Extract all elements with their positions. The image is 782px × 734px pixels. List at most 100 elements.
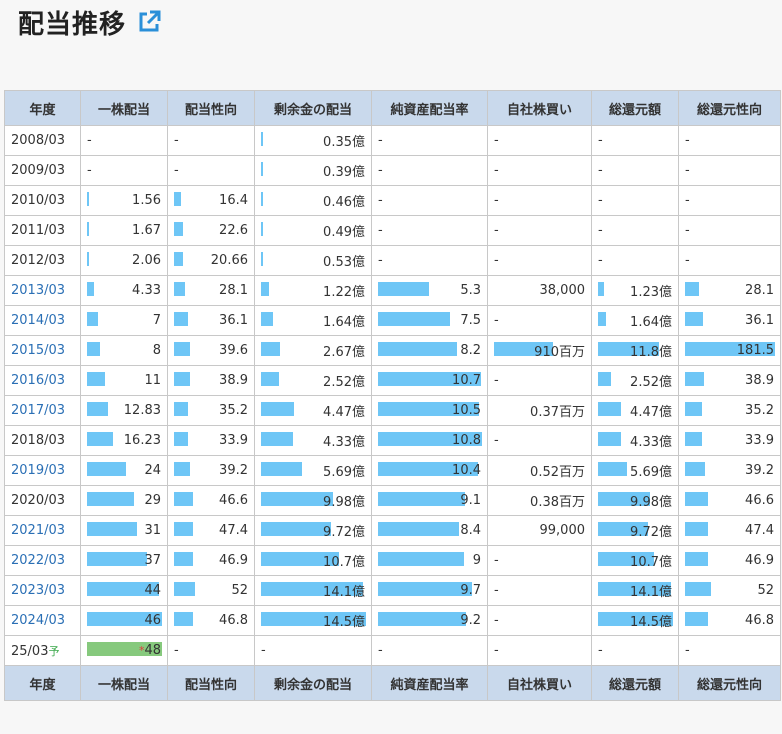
year-cell[interactable]: 2024/03: [4, 605, 81, 636]
payout-ratio-value: 35.2: [219, 403, 248, 418]
dividend-per-share-bar: [87, 252, 89, 266]
total-return-cell: -: [591, 245, 679, 276]
total-return-ratio-value: 35.2: [745, 403, 774, 418]
dividend-per-share-value: 12.83: [123, 403, 161, 418]
doe-cell: 8.2: [371, 335, 488, 366]
external-link-icon[interactable]: [136, 9, 162, 35]
dividend-per-share-cell: 16.23: [80, 425, 168, 456]
doe-cell: -: [371, 125, 488, 156]
dividend-per-share-value: 48: [144, 643, 161, 658]
payout-ratio-cell: 20.66: [167, 245, 255, 276]
buyback-value: -: [494, 253, 499, 268]
doe-cell: -: [371, 155, 488, 186]
total-return-ratio-cell: 38.9: [678, 365, 781, 396]
total-return-cell: 11.8億: [591, 335, 679, 366]
total-return-ratio-value: 38.9: [745, 373, 774, 388]
year-label: 2017/03: [11, 403, 66, 418]
dividend-per-share-bar: [87, 342, 100, 356]
total-return-ratio-cell: 33.9: [678, 425, 781, 456]
table-body: 2008/03- -0.35億 - - - -2009/03- -0.39億 - - - -2010…: [4, 125, 781, 666]
total-return-ratio-cell: 181.5: [678, 335, 781, 366]
year-cell[interactable]: 2019/03: [4, 455, 81, 486]
doe-bar: [378, 582, 472, 596]
table-row: 2015/03 8 39.6 2.67億 8.2 910百万 11.8億 181.5: [4, 335, 781, 366]
surplus-dividend-value: 0.39億: [323, 165, 365, 180]
total-return-ratio-value: -: [685, 643, 690, 658]
buyback-cell: 0.38百万: [487, 485, 592, 516]
total-return-ratio-value: 36.1: [745, 313, 774, 328]
header-total-return-ratio: 総還元性向: [678, 90, 781, 126]
dividend-history-table: 年度 一株配当 配当性向 剰余金の配当 純資産配当率 自社株買い 総還元額 総還…: [4, 90, 781, 701]
dividend-per-share-bar: [87, 522, 137, 536]
payout-ratio-value: 47.4: [219, 523, 248, 538]
dividend-per-share-value: -: [87, 133, 92, 148]
surplus-dividend-bar: [261, 252, 263, 266]
year-cell[interactable]: 2015/03: [4, 335, 81, 366]
total-return-bar: [598, 462, 627, 476]
payout-ratio-value: 38.9: [219, 373, 248, 388]
dividend-per-share-value: 7: [152, 313, 161, 328]
year-cell: 2018/03: [4, 425, 81, 456]
total-return-cell: -: [591, 185, 679, 216]
year-cell: 2009/03: [4, 155, 81, 186]
surplus-dividend-cell: 0.49億: [254, 215, 372, 246]
payout-ratio-bar: [174, 522, 193, 536]
surplus-dividend-cell: 9.98億: [254, 485, 372, 516]
buyback-value: 38,000: [539, 283, 586, 298]
year-cell[interactable]: 2016/03: [4, 365, 81, 396]
buyback-value: -: [494, 193, 499, 208]
doe-cell: 9: [371, 545, 488, 576]
surplus-dividend-value: 9.72億: [323, 525, 365, 540]
year-cell[interactable]: 2023/03: [4, 575, 81, 606]
buyback-value: 0.37百万: [530, 405, 585, 420]
total-return-ratio-cell: 36.1: [678, 305, 781, 336]
buyback-cell: -: [487, 185, 592, 216]
footer-total-return-ratio: 総還元性向: [678, 665, 781, 701]
header-payout-ratio: 配当性向: [167, 90, 255, 126]
total-return-value: 1.23億: [630, 285, 672, 300]
surplus-dividend-bar: [261, 522, 331, 536]
doe-value: -: [378, 133, 383, 148]
dividend-per-share-bar: [87, 462, 126, 476]
year-cell[interactable]: 2014/03: [4, 305, 81, 336]
footer-buyback: 自社株買い: [487, 665, 592, 701]
total-return-ratio-bar: [685, 582, 711, 596]
payout-ratio-cell: 16.4: [167, 185, 255, 216]
payout-ratio-value: 33.9: [219, 433, 248, 448]
year-cell[interactable]: 2021/03: [4, 515, 81, 546]
total-return-ratio-cell: 46.8: [678, 605, 781, 636]
surplus-dividend-cell: 0.53億: [254, 245, 372, 276]
table-row: 2019/03 24 39.2 5.69億 10.4 0.52百万 5.69億 39.2: [4, 455, 781, 486]
surplus-dividend-bar: [261, 312, 273, 326]
doe-value: -: [378, 223, 383, 238]
total-return-cell: 9.98億: [591, 485, 679, 516]
payout-ratio-cell: 47.4: [167, 515, 255, 546]
buyback-cell: -: [487, 425, 592, 456]
payout-ratio-bar: [174, 192, 181, 206]
doe-value: 10.8: [452, 433, 481, 448]
dividend-per-share-value: 2.06: [132, 253, 161, 268]
payout-ratio-cell: 39.2: [167, 455, 255, 486]
year-cell[interactable]: 2022/03: [4, 545, 81, 576]
surplus-dividend-cell: 14.1億: [254, 575, 372, 606]
year-cell: 2008/03: [4, 125, 81, 156]
surplus-dividend-value: 0.46億: [323, 195, 365, 210]
dividend-per-share-cell: 11: [80, 365, 168, 396]
buyback-cell: -: [487, 305, 592, 336]
year-cell[interactable]: 2013/03: [4, 275, 81, 306]
total-return-cell: 1.64億: [591, 305, 679, 336]
surplus-dividend-value: 5.69億: [323, 465, 365, 480]
buyback-value: -: [494, 133, 499, 148]
doe-bar: [378, 312, 450, 326]
dividend-per-share-cell: -: [80, 155, 168, 186]
payout-ratio-value: 36.1: [219, 313, 248, 328]
total-return-cell: 10.7億: [591, 545, 679, 576]
total-return-value: 4.47億: [630, 405, 672, 420]
total-return-value: -: [598, 253, 603, 268]
table-header-row: 年度 一株配当 配当性向 剰余金の配当 純資産配当率 自社株買い 総還元額 総還…: [4, 90, 781, 126]
dividend-per-share-cell: 29: [80, 485, 168, 516]
payout-ratio-value: 28.1: [219, 283, 248, 298]
doe-cell: 8.4: [371, 515, 488, 546]
doe-bar: [378, 282, 429, 296]
year-cell[interactable]: 2017/03: [4, 395, 81, 426]
